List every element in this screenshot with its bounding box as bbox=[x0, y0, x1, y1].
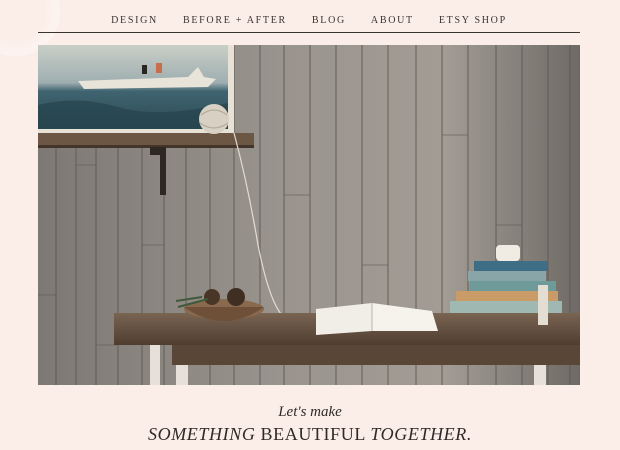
wall-shelf bbox=[38, 133, 254, 147]
top-navigation: DESIGN BEFORE + AFTER BLOG ABOUT ETSY SH… bbox=[38, 8, 580, 33]
nav-link-about[interactable]: ABOUT bbox=[371, 15, 414, 26]
tagline-word-together: TOGETHER. bbox=[370, 424, 472, 444]
nav-link-design[interactable]: DESIGN bbox=[111, 15, 158, 26]
nav-link-blog[interactable]: BLOG bbox=[312, 15, 346, 26]
nav-link-before-after[interactable]: BEFORE + AFTER bbox=[183, 15, 287, 26]
hero-illustration bbox=[38, 45, 580, 385]
hero-image bbox=[38, 45, 580, 385]
tagline-word-something: SOMETHING bbox=[148, 424, 256, 444]
tagline-headline: SOMETHING BEAUTIFUL TOGETHER. bbox=[0, 424, 620, 445]
nav-link-etsy-shop[interactable]: ETSY SHOP bbox=[439, 15, 507, 26]
table-leg-left bbox=[176, 365, 188, 385]
candle bbox=[496, 245, 520, 261]
table-leg-right bbox=[534, 365, 546, 385]
tagline-intro: Let's make bbox=[278, 404, 342, 420]
twine-ball bbox=[199, 104, 229, 134]
tagline-word-beautiful: BEAUTIFUL bbox=[260, 424, 366, 444]
